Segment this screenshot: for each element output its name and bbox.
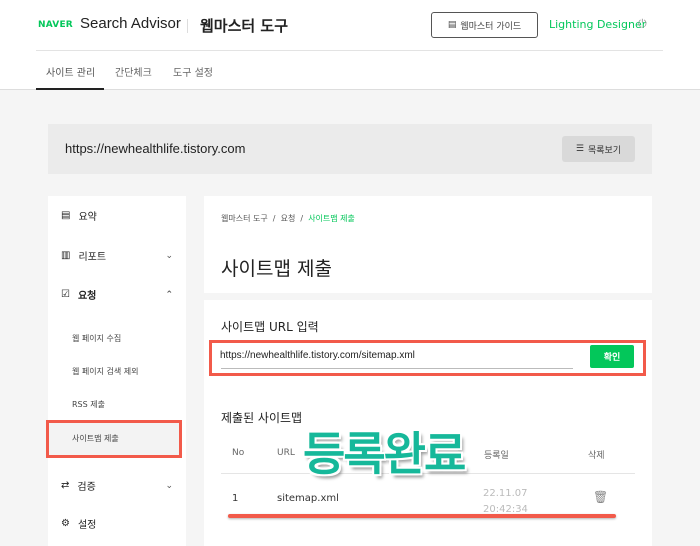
divider bbox=[187, 19, 188, 33]
clipboard-icon: ▤ bbox=[61, 210, 71, 221]
list-title: 제출된 사이트맵 bbox=[221, 411, 303, 425]
user-name[interactable]: Lighting Designer bbox=[549, 18, 646, 31]
webmaster-guide-button[interactable]: ▤ 웹마스터 가이드 bbox=[431, 12, 538, 38]
col-delete: 삭제 bbox=[588, 451, 605, 461]
col-url: URL bbox=[277, 448, 295, 458]
breadcrumb: 웹마스터 도구 / 요청 / 사이트맵 제출 bbox=[221, 214, 355, 223]
sidebar-sub-crawl[interactable]: 웹 페이지 수집 bbox=[72, 333, 121, 344]
highlight-underline bbox=[228, 514, 616, 518]
list-icon: ☰ bbox=[575, 144, 584, 154]
row-no: 1 bbox=[232, 493, 239, 504]
col-date: 등록일 bbox=[484, 451, 509, 461]
sidebar-item-settings[interactable]: ⚙ 설정 bbox=[61, 516, 173, 531]
list-label: 목록보기 bbox=[587, 145, 622, 156]
confirm-button[interactable]: 확인 bbox=[590, 345, 634, 368]
page-title: 사이트맵 제출 bbox=[221, 258, 332, 280]
main-panel: 웹마스터 도구 / 요청 / 사이트맵 제출 사이트맵 제출 사이트맵 URL … bbox=[204, 196, 652, 546]
crumb-current: 사이트맵 제출 bbox=[308, 214, 355, 223]
gear-icon: ⚙ bbox=[61, 518, 70, 529]
swap-icon: ⇄ bbox=[61, 480, 70, 491]
power-icon[interactable]: ⏻ bbox=[638, 17, 647, 31]
chevron-up-icon: ⌃ bbox=[165, 289, 173, 300]
tool-name: 웹마스터 도구 bbox=[200, 17, 289, 35]
checkbox-icon: ☑ bbox=[61, 289, 70, 300]
divider bbox=[204, 293, 652, 300]
active-tab-indicator bbox=[36, 88, 104, 90]
sidebar: ▤ 요약 ▥ 리포트 ⌄ ☑ 요청 ⌃ 웹 페이지 수집 웹 페이지 검색 제외 RSS … bbox=[46, 196, 186, 546]
divider bbox=[36, 50, 663, 51]
sidebar-sub-sitemap[interactable]: 사이트맵 제출 bbox=[72, 433, 119, 444]
input-label: 사이트맵 URL 입력 bbox=[221, 320, 319, 334]
sidebar-item-report[interactable]: ▥ 리포트 ⌄ bbox=[61, 248, 173, 263]
list-view-button[interactable]: ☰ 목록보기 bbox=[562, 136, 635, 162]
chevron-down-icon: ⌄ bbox=[165, 250, 173, 261]
input-underline bbox=[221, 368, 573, 369]
naver-logo[interactable]: NAVER bbox=[38, 20, 73, 30]
crumb[interactable]: 요청 bbox=[281, 214, 296, 223]
sidebar-item-request[interactable]: ☑ 요청 ⌃ bbox=[61, 287, 173, 302]
guide-label: 웹마스터 가이드 bbox=[460, 21, 522, 32]
product-name[interactable]: Search Advisor bbox=[80, 15, 181, 32]
col-no: No bbox=[232, 448, 245, 458]
site-url: https://newhealthlife.tistory.com bbox=[65, 141, 246, 156]
sidebar-sub-exclude[interactable]: 웹 페이지 검색 제외 bbox=[72, 366, 139, 377]
top-header: NAVER Search Advisor 웹마스터 도구 ▤ 웹마스터 가이드 L… bbox=[0, 0, 700, 90]
label: 설정 bbox=[77, 520, 97, 531]
row-url[interactable]: sitemap.xml bbox=[277, 493, 339, 504]
tab-quick-check[interactable]: 간단체크 bbox=[115, 64, 152, 79]
registration-complete-overlay: 등록완료 bbox=[303, 427, 466, 481]
label: 요청 bbox=[77, 291, 97, 302]
sidebar-sub-rss[interactable]: RSS 제출 bbox=[72, 399, 105, 410]
chart-icon: ▥ bbox=[61, 250, 71, 261]
label: 요약 bbox=[78, 212, 97, 223]
sidebar-item-summary[interactable]: ▤ 요약 bbox=[61, 208, 173, 223]
sidebar-item-verify[interactable]: ⇄ 검증 ⌄ bbox=[61, 478, 173, 493]
tab-tool-settings[interactable]: 도구 설정 bbox=[173, 64, 213, 79]
chevron-down-icon: ⌄ bbox=[165, 480, 173, 491]
label: 리포트 bbox=[78, 252, 107, 263]
crumb[interactable]: 웹마스터 도구 bbox=[221, 214, 268, 223]
trash-icon[interactable]: 🗑 bbox=[593, 490, 608, 504]
sitemap-url-input[interactable]: https://newhealthlife.tistory.com/sitema… bbox=[220, 350, 415, 361]
tab-site-management[interactable]: 사이트 관리 bbox=[46, 64, 95, 79]
book-icon: ▤ bbox=[447, 20, 457, 30]
label: 검증 bbox=[77, 482, 96, 493]
